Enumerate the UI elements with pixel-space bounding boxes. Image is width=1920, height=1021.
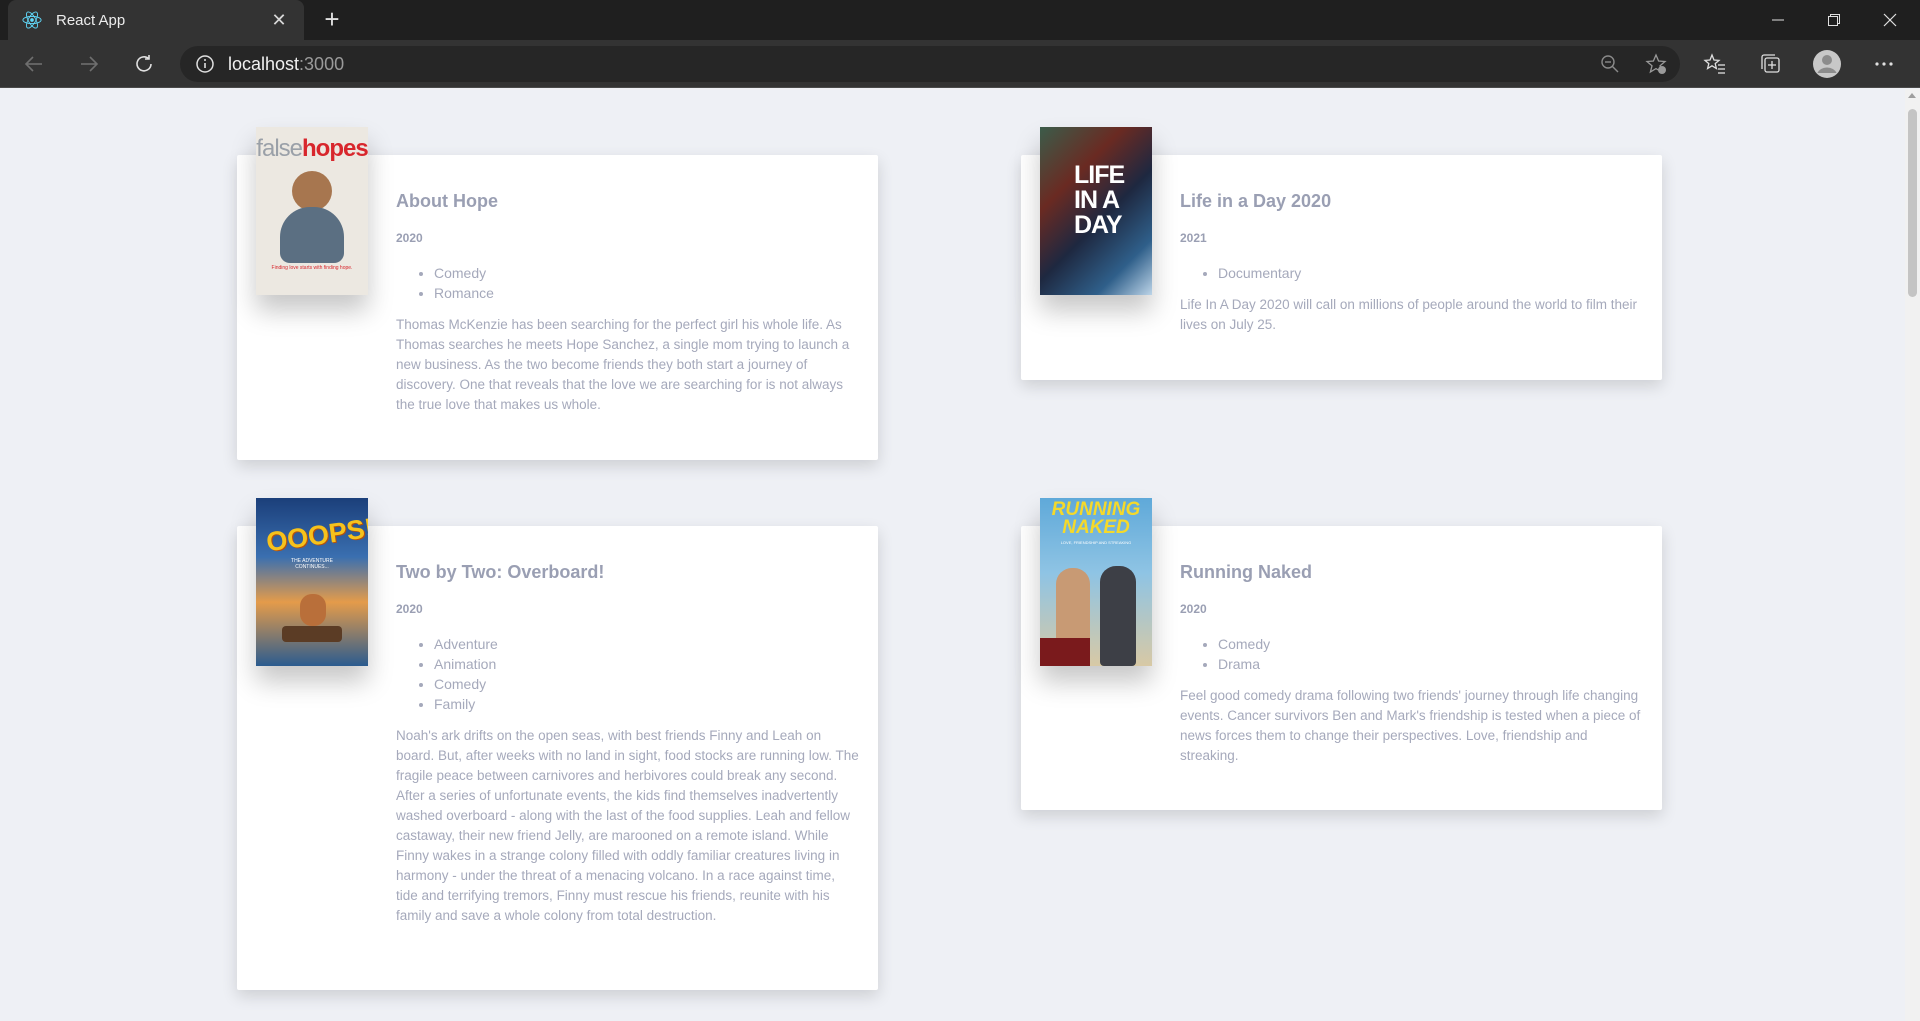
poster-chair xyxy=(1040,638,1090,666)
genre-item: Documentary xyxy=(1218,263,1644,283)
poster-character xyxy=(300,594,326,626)
profile-avatar-icon[interactable] xyxy=(1811,48,1843,80)
poster-title-line: IN A xyxy=(1074,186,1120,214)
new-tab-icon[interactable]: + xyxy=(318,6,346,34)
favorites-icon[interactable] xyxy=(1699,48,1731,80)
poster-title: OOOPS! xyxy=(264,512,368,558)
close-tab-icon[interactable]: ✕ xyxy=(268,10,290,31)
back-icon[interactable] xyxy=(18,48,50,80)
genre-item: Animation xyxy=(434,654,860,674)
movie-summary: Life In A Day 2020 will call on millions… xyxy=(1180,297,1637,332)
poster-title-line: DAY xyxy=(1074,211,1123,239)
poster-tagline: LOVE, FRIENDSHIP AND STREAKING xyxy=(1060,540,1132,545)
more-menu-icon[interactable] xyxy=(1868,48,1900,80)
movie-details: Running Naked 2020 Comedy Drama Feel goo… xyxy=(1180,562,1644,766)
browser-toolbar: localhost:3000 xyxy=(0,40,1920,88)
poster-figure xyxy=(280,207,344,263)
movie-summary: Feel good comedy drama following two fri… xyxy=(1180,688,1641,763)
poster-raft xyxy=(282,626,342,642)
forward-icon[interactable] xyxy=(73,48,105,80)
poster-title-line: LIFE xyxy=(1074,161,1125,189)
genre-item: Adventure xyxy=(434,634,860,654)
genre-item: Comedy xyxy=(1218,634,1644,654)
movie-title[interactable]: About Hope xyxy=(396,191,860,212)
genre-list: Documentary xyxy=(1180,263,1644,283)
tab-title: React App xyxy=(56,11,126,29)
genre-list: Comedy Romance xyxy=(396,263,860,303)
react-icon xyxy=(22,10,42,30)
poster-figure xyxy=(292,171,332,211)
movie-poster[interactable]: OOOPS! THE ADVENTURE CONTINUES... xyxy=(256,498,368,666)
poster-title: RUNNING NAKED xyxy=(1040,500,1152,538)
restore-icon[interactable] xyxy=(1806,0,1862,40)
scroll-thumb[interactable] xyxy=(1908,109,1917,297)
movie-summary: Thomas McKenzie has been searching for t… xyxy=(396,317,850,412)
genre-list: Comedy Drama xyxy=(1180,634,1644,674)
close-window-icon[interactable] xyxy=(1862,0,1918,40)
poster-figure xyxy=(1100,566,1136,666)
movie-poster[interactable]: LIFE IN A DAY xyxy=(1040,127,1152,295)
poster-title-part: hopes xyxy=(302,135,368,162)
movie-details: About Hope 2020 Comedy Romance Thomas Mc… xyxy=(396,191,860,415)
movie-details: Two by Two: Overboard! 2020 Adventure An… xyxy=(396,562,860,926)
movie-title[interactable]: Life in a Day 2020 xyxy=(1180,191,1644,212)
add-favorite-icon[interactable] xyxy=(1642,50,1670,78)
url-host: localhost xyxy=(228,53,300,74)
movie-poster[interactable]: RUNNING NAKED LOVE, FRIENDSHIP AND STREA… xyxy=(1040,498,1152,666)
movie-details: Life in a Day 2020 2021 Documentary Life… xyxy=(1180,191,1644,335)
movie-poster[interactable]: falsehopes Finding love starts with find… xyxy=(256,127,368,295)
refresh-icon[interactable] xyxy=(128,48,160,80)
site-info-icon[interactable] xyxy=(194,53,216,75)
poster-title-part: false xyxy=(256,135,303,162)
poster-tagline: Finding love starts with finding hope. xyxy=(271,265,353,271)
movie-title[interactable]: Two by Two: Overboard! xyxy=(396,562,860,583)
movie-year: 2020 xyxy=(396,602,423,616)
poster-title-line: NAKED xyxy=(1062,517,1130,538)
movie-summary: Noah's ark drifts on the open seas, with… xyxy=(396,728,859,923)
movie-year: 2020 xyxy=(1180,602,1207,616)
page-scrollbar[interactable] xyxy=(1905,89,1920,1021)
poster-title: LIFE IN A DAY xyxy=(1074,163,1134,238)
genre-item: Comedy xyxy=(434,263,860,283)
genre-item: Family xyxy=(434,694,860,714)
movie-year: 2021 xyxy=(1180,231,1207,245)
minimize-icon[interactable] xyxy=(1750,0,1806,40)
browser-titlebar: React App ✕ + xyxy=(0,0,1920,40)
movie-year: 2020 xyxy=(396,231,423,245)
url-port: :3000 xyxy=(299,53,345,74)
scroll-up-arrow-icon[interactable] xyxy=(1908,93,1916,98)
page-viewport: About Hope 2020 Comedy Romance Thomas Mc… xyxy=(0,89,1905,1021)
address-bar[interactable]: localhost:3000 xyxy=(180,46,1680,82)
genre-item: Drama xyxy=(1218,654,1644,674)
genre-item: Romance xyxy=(434,283,860,303)
collections-icon[interactable] xyxy=(1754,48,1786,80)
zoom-out-icon[interactable] xyxy=(1596,50,1624,78)
movie-title[interactable]: Running Naked xyxy=(1180,562,1644,583)
genre-item: Comedy xyxy=(434,674,860,694)
browser-tab[interactable]: React App ✕ xyxy=(8,0,304,40)
poster-subtitle: THE ADVENTURE CONTINUES... xyxy=(291,558,333,570)
genre-list: Adventure Animation Comedy Family xyxy=(396,634,860,714)
